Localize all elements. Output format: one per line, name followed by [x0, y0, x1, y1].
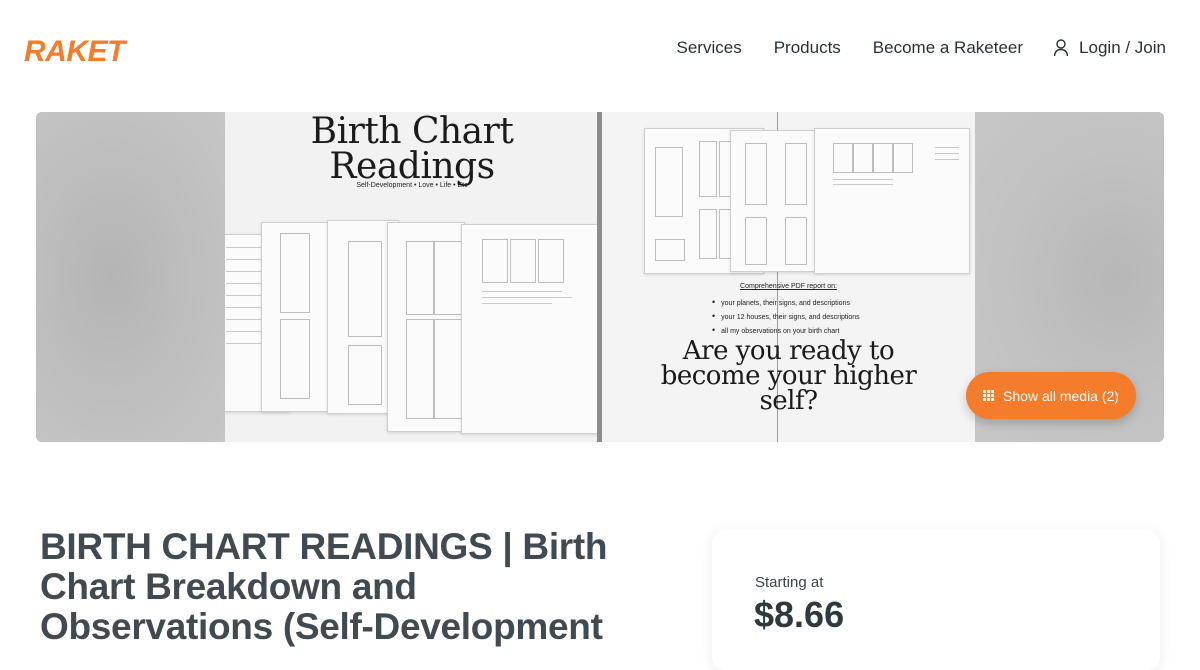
image-headline: Are you ready to become your higher self…	[660, 336, 917, 416]
svg-text:RAKET: RAKET	[24, 35, 128, 67]
nav-products[interactable]: Products	[774, 38, 841, 58]
show-all-media-button[interactable]: Show all media (2)	[966, 372, 1136, 419]
price-label: Starting at	[755, 574, 824, 591]
gallery-image-pdf-report[interactable]: Comprehensive PDF report on: your planet…	[602, 112, 975, 442]
document-preview	[814, 128, 970, 274]
report-bullet: your planets, their signs, and descripti…	[712, 296, 860, 310]
grid-icon	[983, 390, 995, 401]
user-icon	[1053, 39, 1069, 57]
listing-title: BIRTH CHART READINGS | Birth Chart Break…	[40, 526, 608, 647]
raket-logo[interactable]: RAKET	[24, 33, 158, 67]
report-bullets: your planets, their signs, and descripti…	[712, 296, 860, 338]
price-card: Starting at $8.66	[712, 530, 1160, 670]
document-preview	[387, 222, 465, 432]
document-preview	[461, 224, 599, 434]
login-label: Login / Join	[1079, 38, 1166, 57]
report-title: Comprehensive PDF report on:	[740, 283, 837, 290]
main-nav: Services Products Become a Raketeer Logi…	[645, 38, 1166, 58]
nav-become-raketeer[interactable]: Become a Raketeer	[873, 38, 1023, 58]
media-gallery[interactable]: Birth Chart Readings Self-Development • …	[36, 112, 1164, 442]
image-title-line2: Readings	[329, 146, 495, 187]
image-tagline: Self-Development • Love • Life • Etc	[356, 182, 468, 189]
show-all-media-label: Show all media (2)	[1003, 387, 1119, 404]
gallery-backdrop-left	[36, 112, 225, 442]
login-join-link[interactable]: Login / Join	[1053, 38, 1166, 58]
site-header: RAKET Services Products Become a Raketee…	[0, 0, 1200, 98]
nav-services[interactable]: Services	[677, 38, 742, 58]
document-preview	[730, 130, 826, 272]
image-title-line1: Birth Chart	[310, 112, 514, 152]
gallery-image-birth-chart-readings[interactable]: Birth Chart Readings Self-Development • …	[225, 112, 599, 442]
report-bullet: your 12 houses, their signs, and descrip…	[712, 310, 860, 324]
